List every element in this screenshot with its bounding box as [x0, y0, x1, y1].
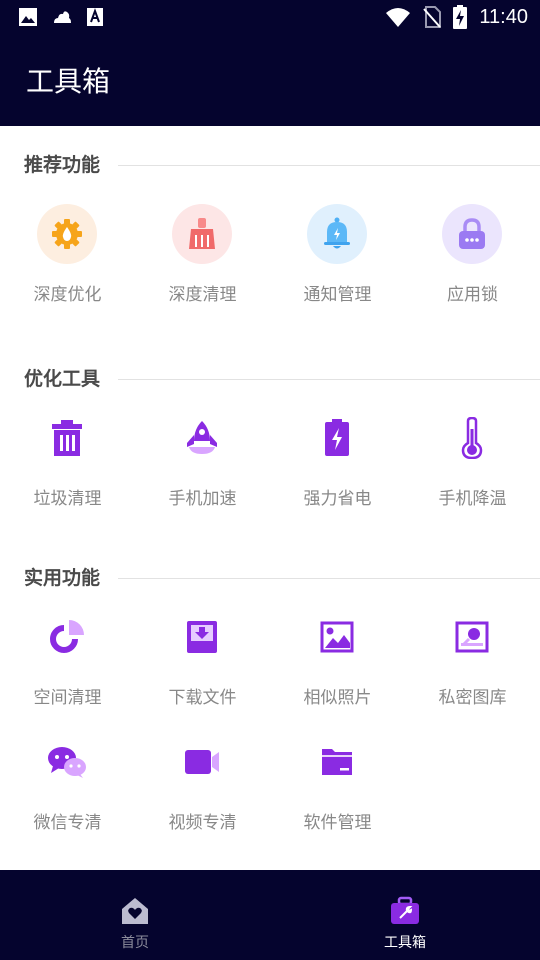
- tool-label: 手机降温: [438, 489, 507, 509]
- section-utility-header: 实用功能: [24, 563, 540, 593]
- status-bar: 11:40: [0, 0, 540, 36]
- pie-chart-icon: [37, 607, 97, 667]
- tool-wechat-clean[interactable]: 微信专清: [0, 732, 135, 842]
- tool-label: 深度优化: [33, 285, 102, 305]
- tool-label: 空间清理: [33, 688, 102, 708]
- lock-icon: [442, 204, 502, 264]
- tool-label: 垃圾清理: [33, 489, 102, 509]
- bottom-nav: 首页 工具箱: [0, 870, 540, 960]
- tool-label: 下载文件: [168, 688, 237, 708]
- wifi-icon: [386, 8, 411, 27]
- nav-toolbox[interactable]: 工具箱: [270, 870, 540, 960]
- bell-icon: [307, 204, 367, 264]
- thermometer-icon: [442, 408, 502, 468]
- private-gallery-icon: [442, 607, 502, 667]
- tool-similar-photos[interactable]: 相似照片: [270, 607, 405, 717]
- tool-label: 应用锁: [447, 285, 498, 305]
- image-icon: [19, 8, 37, 26]
- tool-label: 微信专清: [33, 813, 102, 833]
- tool-phone-boost[interactable]: 手机加速: [135, 408, 270, 518]
- broom-icon: [172, 204, 232, 264]
- toolbox-icon: [391, 896, 419, 924]
- tool-label: 深度清理: [168, 285, 237, 305]
- status-notifications: [18, 7, 104, 27]
- gear-drop-icon: [37, 204, 97, 264]
- tool-notification-manage[interactable]: 通知管理: [270, 204, 405, 314]
- tool-space-clean[interactable]: 空间清理: [0, 607, 135, 717]
- tool-download-files[interactable]: 下载文件: [135, 607, 270, 717]
- photo-icon: [307, 607, 367, 667]
- nav-label: 首页: [121, 935, 149, 951]
- tool-deep-optimize[interactable]: 深度优化: [0, 204, 135, 314]
- nav-home[interactable]: 首页: [0, 870, 270, 960]
- download-icon: [172, 607, 232, 667]
- a-icon: [87, 8, 103, 26]
- trash-icon: [37, 408, 97, 468]
- wechat-icon: [37, 732, 97, 792]
- battery-charging-icon: [453, 5, 468, 29]
- tool-label: 软件管理: [303, 813, 372, 833]
- no-sim-icon: [423, 6, 442, 28]
- section-optimize-header: 优化工具: [24, 364, 540, 394]
- tool-deep-clean[interactable]: 深度清理: [135, 204, 270, 314]
- tool-power-save[interactable]: 强力省电: [270, 408, 405, 518]
- tool-phone-cool[interactable]: 手机降温: [405, 408, 540, 518]
- section-title: 推荐功能: [24, 154, 101, 176]
- section-divider: [118, 578, 540, 579]
- section-title: 实用功能: [24, 567, 101, 589]
- cloud-icon: [54, 11, 71, 23]
- tool-app-lock[interactable]: 应用锁: [405, 204, 540, 314]
- tool-video-clean[interactable]: 视频专清: [135, 732, 270, 842]
- folder-icon: [307, 732, 367, 792]
- status-system: 11:40: [385, 5, 528, 29]
- tool-private-gallery[interactable]: 私密图库: [405, 607, 540, 717]
- video-icon: [172, 732, 232, 792]
- tool-label: 相似照片: [303, 688, 372, 708]
- home-heart-icon: [122, 898, 148, 924]
- tool-junk-clean[interactable]: 垃圾清理: [0, 408, 135, 518]
- tool-label: 私密图库: [438, 688, 507, 708]
- app-bar: 工具箱: [0, 36, 540, 126]
- tool-label: 手机加速: [168, 489, 237, 509]
- section-divider: [118, 379, 540, 380]
- nav-label: 工具箱: [384, 935, 426, 951]
- page-title: 工具箱: [26, 65, 111, 98]
- tool-label: 强力省电: [303, 489, 372, 509]
- rocket-icon: [172, 408, 232, 468]
- section-title: 优化工具: [24, 368, 101, 390]
- tool-software-manage[interactable]: 软件管理: [270, 732, 405, 842]
- battery-bolt-icon: [307, 408, 367, 468]
- status-time: 11:40: [479, 5, 528, 28]
- tool-label: 视频专清: [168, 813, 237, 833]
- section-recommended-header: 推荐功能: [24, 150, 540, 180]
- section-divider: [118, 165, 540, 166]
- tool-label: 通知管理: [303, 285, 372, 305]
